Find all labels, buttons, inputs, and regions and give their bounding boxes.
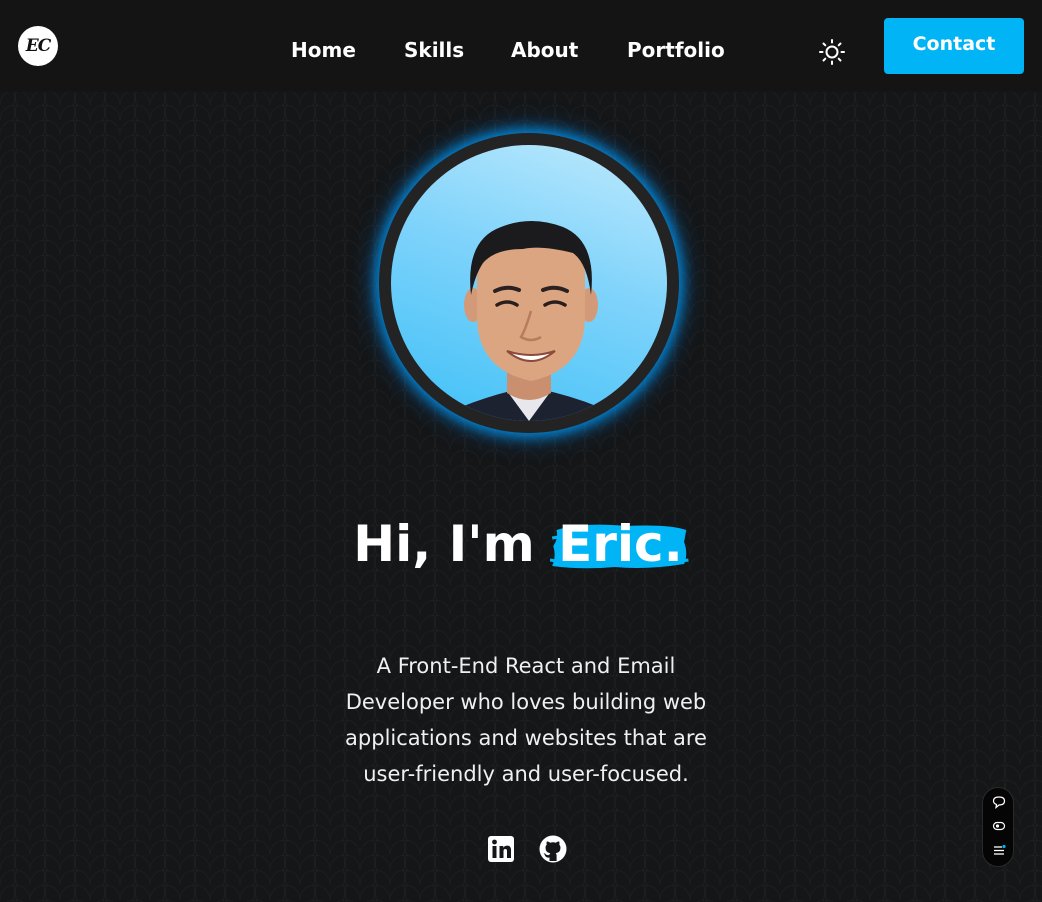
hero-name-highlight: Eric. <box>550 512 689 576</box>
profile-photo-frame <box>379 133 679 433</box>
hero-tagline: A Front-End React and Email Developer wh… <box>321 648 731 792</box>
nav-home[interactable]: Home <box>291 36 356 64</box>
linkedin-icon <box>488 836 514 862</box>
hero-heading: Hi, I'm Eric. <box>0 512 1042 576</box>
github-icon <box>539 835 567 863</box>
nav-skills[interactable]: Skills <box>404 36 464 64</box>
github-link[interactable] <box>538 834 568 864</box>
hero-greeting: Hi, I'm <box>353 515 535 573</box>
nav-about[interactable]: About <box>511 36 578 64</box>
sun-icon <box>819 39 845 65</box>
hero-name: Eric. <box>558 515 683 573</box>
menu-button[interactable] <box>991 842 1007 858</box>
chat-bubble-icon <box>992 796 1006 809</box>
contact-button[interactable]: Contact <box>884 18 1024 74</box>
profile-photo <box>391 145 667 421</box>
nav-portfolio[interactable]: Portfolio <box>627 36 725 64</box>
eye-icon <box>992 821 1006 831</box>
tagline-line: user-friendly and user-focused. <box>363 762 689 786</box>
view-button[interactable] <box>991 818 1007 834</box>
menu-list-icon <box>994 844 1006 855</box>
linkedin-link[interactable] <box>486 834 516 864</box>
theme-toggle-button[interactable] <box>816 36 848 68</box>
tagline-line: A Front-End React and Email <box>376 654 676 678</box>
tagline-line: applications and websites that are <box>345 726 707 750</box>
tagline-line: Developer who loves building web <box>345 690 707 714</box>
social-links <box>486 834 570 866</box>
portrait-illustration <box>451 221 611 421</box>
site-header: EC Home Skills About Portfolio Contact <box>0 0 1042 92</box>
floating-toolbar <box>982 787 1014 867</box>
chat-button[interactable] <box>991 794 1007 810</box>
